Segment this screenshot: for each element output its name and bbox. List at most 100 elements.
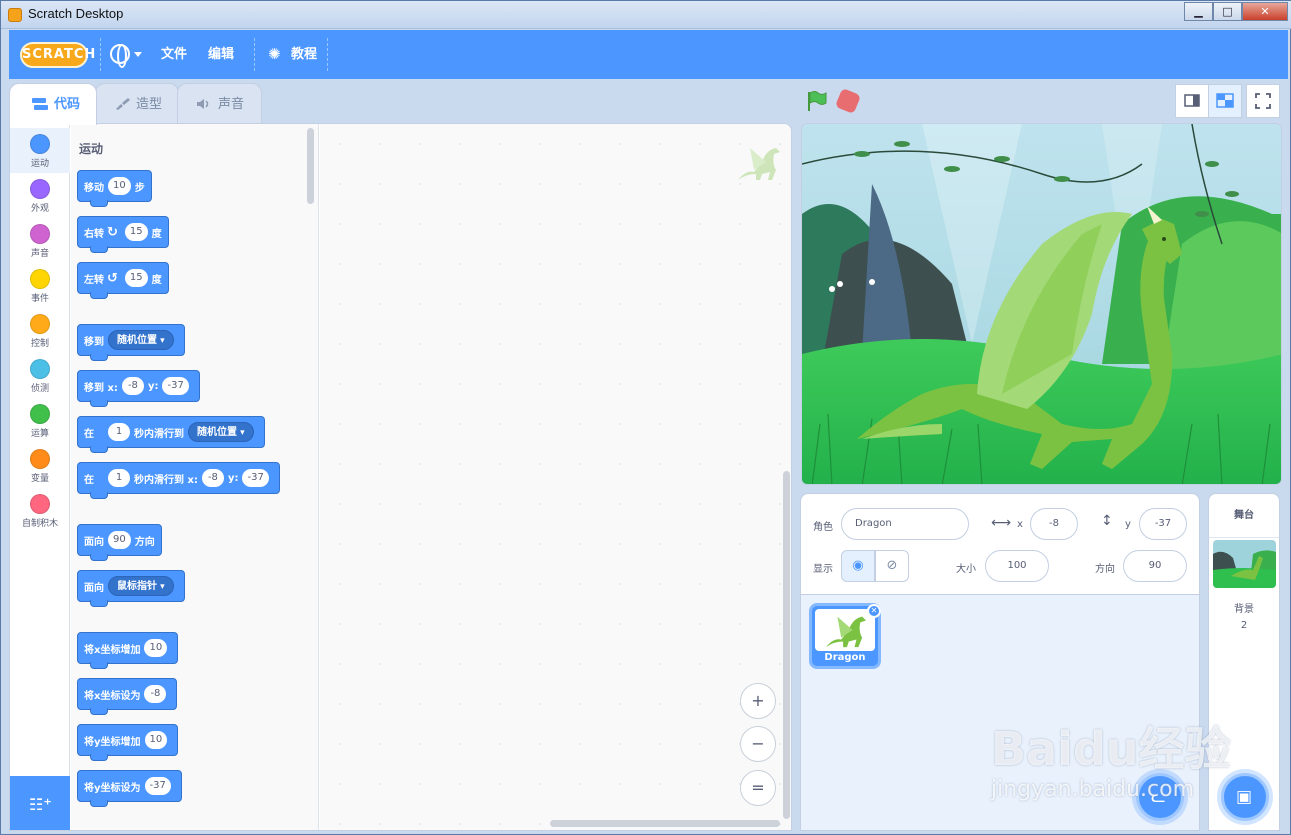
category-sensing[interactable]: 侦测: [10, 353, 70, 398]
zoom-reset-icon: =: [751, 778, 765, 797]
block-change-x[interactable]: 将x坐标增加 10: [77, 632, 179, 669]
block-glide-to[interactable]: 在 1 秒内滑行到 随机位置: [77, 416, 265, 453]
block-set-x[interactable]: 将x坐标设为 -8: [77, 678, 178, 715]
speaker-icon: [197, 99, 209, 109]
block-set-y[interactable]: 将y坐标设为 -37: [77, 770, 182, 807]
tab-code[interactable]: 代码: [9, 83, 97, 125]
eye-slash-icon: ⊘: [886, 558, 898, 573]
category-dot: [30, 224, 50, 244]
menu-bar: SCRATCH 文件 编辑 ✺ 教程: [9, 30, 1288, 79]
fullscreen-icon: [1255, 93, 1271, 109]
block-dropdown[interactable]: 随机位置: [188, 422, 254, 442]
block-text: 移到: [84, 336, 104, 348]
language-globe-icon[interactable]: [110, 44, 130, 68]
block-input[interactable]: 15: [124, 223, 148, 241]
stop-icon[interactable]: [834, 87, 862, 115]
category-label: 侦测: [30, 384, 49, 394]
add-extension-button[interactable]: ☷⁺: [10, 776, 70, 830]
block-input[interactable]: 10: [144, 731, 168, 749]
category-label: 事件: [30, 294, 49, 304]
stage-canvas[interactable]: [801, 123, 1282, 485]
minimize-button[interactable]: ▁: [1184, 2, 1213, 21]
block-input[interactable]: 15: [124, 269, 148, 287]
block-input[interactable]: 1: [108, 469, 130, 487]
tab-sounds[interactable]: 声音: [177, 83, 262, 124]
large-stage-button[interactable]: [1208, 84, 1242, 118]
size-input[interactable]: 100: [985, 550, 1049, 582]
block-input[interactable]: -37: [162, 377, 189, 395]
backdrops-count: 2: [1240, 620, 1248, 631]
script-horizontal-scrollbar[interactable]: [550, 820, 780, 827]
zoom-in-button[interactable]: +: [740, 683, 776, 719]
category-looks[interactable]: 外观: [10, 173, 70, 218]
block-input[interactable]: 1: [108, 423, 130, 441]
category-my-blocks[interactable]: 自制积木: [10, 488, 70, 533]
tab-costumes[interactable]: 造型: [95, 83, 179, 124]
category-motion[interactable]: 运动: [10, 128, 70, 173]
menu-edit[interactable]: 编辑: [208, 30, 234, 79]
scratch-logo[interactable]: SCRATCH: [20, 42, 95, 68]
block-input[interactable]: 90: [108, 531, 131, 549]
category-dot: [30, 134, 50, 154]
rotate-left-icon: ↺: [107, 270, 118, 286]
block-input[interactable]: -37: [242, 469, 269, 487]
category-label: 声音: [30, 249, 49, 259]
block-turn-left[interactable]: 左转 ↺ 15 度: [77, 262, 169, 299]
small-stage-icon: [1184, 94, 1200, 107]
script-area[interactable]: + − =: [320, 124, 791, 830]
block-turn-right[interactable]: 右转 ↻ 15 度: [77, 216, 169, 253]
delete-sprite-icon[interactable]: ✕: [867, 604, 881, 618]
show-sprite-button[interactable]: ◉: [841, 550, 875, 582]
block-go-to-xy[interactable]: 移到 x: -8 y: -37: [77, 370, 200, 407]
category-menu: 运动 外观 声音 事件 控制 侦测 运算 变量 自制积木 ☷⁺: [10, 124, 70, 830]
block-text: 步: [134, 182, 145, 194]
category-events[interactable]: 事件: [10, 263, 70, 308]
direction-input[interactable]: 90: [1123, 550, 1187, 582]
baidu-watermark-url: jingyan.baidu.com: [991, 777, 1195, 802]
tab-costumes-label: 造型: [136, 97, 163, 112]
block-point-towards[interactable]: 面向 鼠标指针: [77, 570, 185, 607]
menu-tutorials[interactable]: 教程: [291, 30, 317, 79]
sprite-info-panel: 角色 Dragon ⟷ x -8 ↕ y -37 显示 ◉ ⊘ 大小 100 方…: [801, 494, 1199, 595]
menu-divider: [100, 38, 101, 71]
block-point-direction[interactable]: 面向 90 方向: [77, 524, 162, 561]
block-input[interactable]: -37: [144, 777, 171, 795]
hide-sprite-button[interactable]: ⊘: [875, 550, 909, 582]
dragon-thumbnail-icon: [825, 616, 866, 648]
sprite-name-input[interactable]: Dragon: [841, 508, 969, 540]
block-dropdown[interactable]: 随机位置: [108, 330, 174, 350]
large-stage-icon: [1216, 93, 1234, 108]
menu-file[interactable]: 文件: [161, 30, 187, 79]
block-input[interactable]: -8: [144, 685, 167, 703]
small-stage-button[interactable]: [1175, 84, 1209, 118]
fullscreen-button[interactable]: [1246, 84, 1280, 118]
y-position-input[interactable]: -37: [1139, 508, 1187, 540]
choose-backdrop-button[interactable]: ▣: [1221, 773, 1269, 821]
sprite-tile-dragon[interactable]: Dragon ✕: [809, 603, 881, 669]
block-change-y[interactable]: 将y坐标增加 10: [77, 724, 179, 761]
block-text: y:: [227, 472, 239, 484]
block-input[interactable]: 10: [144, 639, 168, 657]
sprite-watermark-icon: [738, 148, 780, 180]
category-operators[interactable]: 运算: [10, 398, 70, 443]
category-variables[interactable]: 变量: [10, 443, 70, 488]
block-input[interactable]: -8: [201, 469, 224, 487]
block-go-to[interactable]: 移到 随机位置: [77, 324, 185, 361]
palette-scrollbar[interactable]: [307, 128, 314, 204]
block-dropdown[interactable]: 鼠标指针: [108, 576, 174, 596]
category-sound[interactable]: 声音: [10, 218, 70, 263]
block-input[interactable]: -8: [121, 377, 144, 395]
maximize-button[interactable]: □: [1213, 2, 1242, 21]
x-position-input[interactable]: -8: [1030, 508, 1078, 540]
script-vertical-scrollbar[interactable]: [783, 471, 790, 819]
eye-icon: ◉: [852, 558, 864, 573]
block-text: 移动: [84, 182, 104, 194]
zoom-reset-button[interactable]: =: [740, 770, 776, 806]
block-move-steps[interactable]: 移动 10 步: [77, 170, 152, 207]
close-button[interactable]: ✕: [1242, 2, 1288, 21]
green-flag-icon[interactable]: [805, 90, 827, 112]
block-glide-to-xy[interactable]: 在 1 秒内滑行到 x: -8 y: -37: [77, 462, 280, 499]
block-input[interactable]: 10: [108, 177, 131, 195]
zoom-out-button[interactable]: −: [740, 726, 776, 762]
category-control[interactable]: 控制: [10, 308, 70, 353]
